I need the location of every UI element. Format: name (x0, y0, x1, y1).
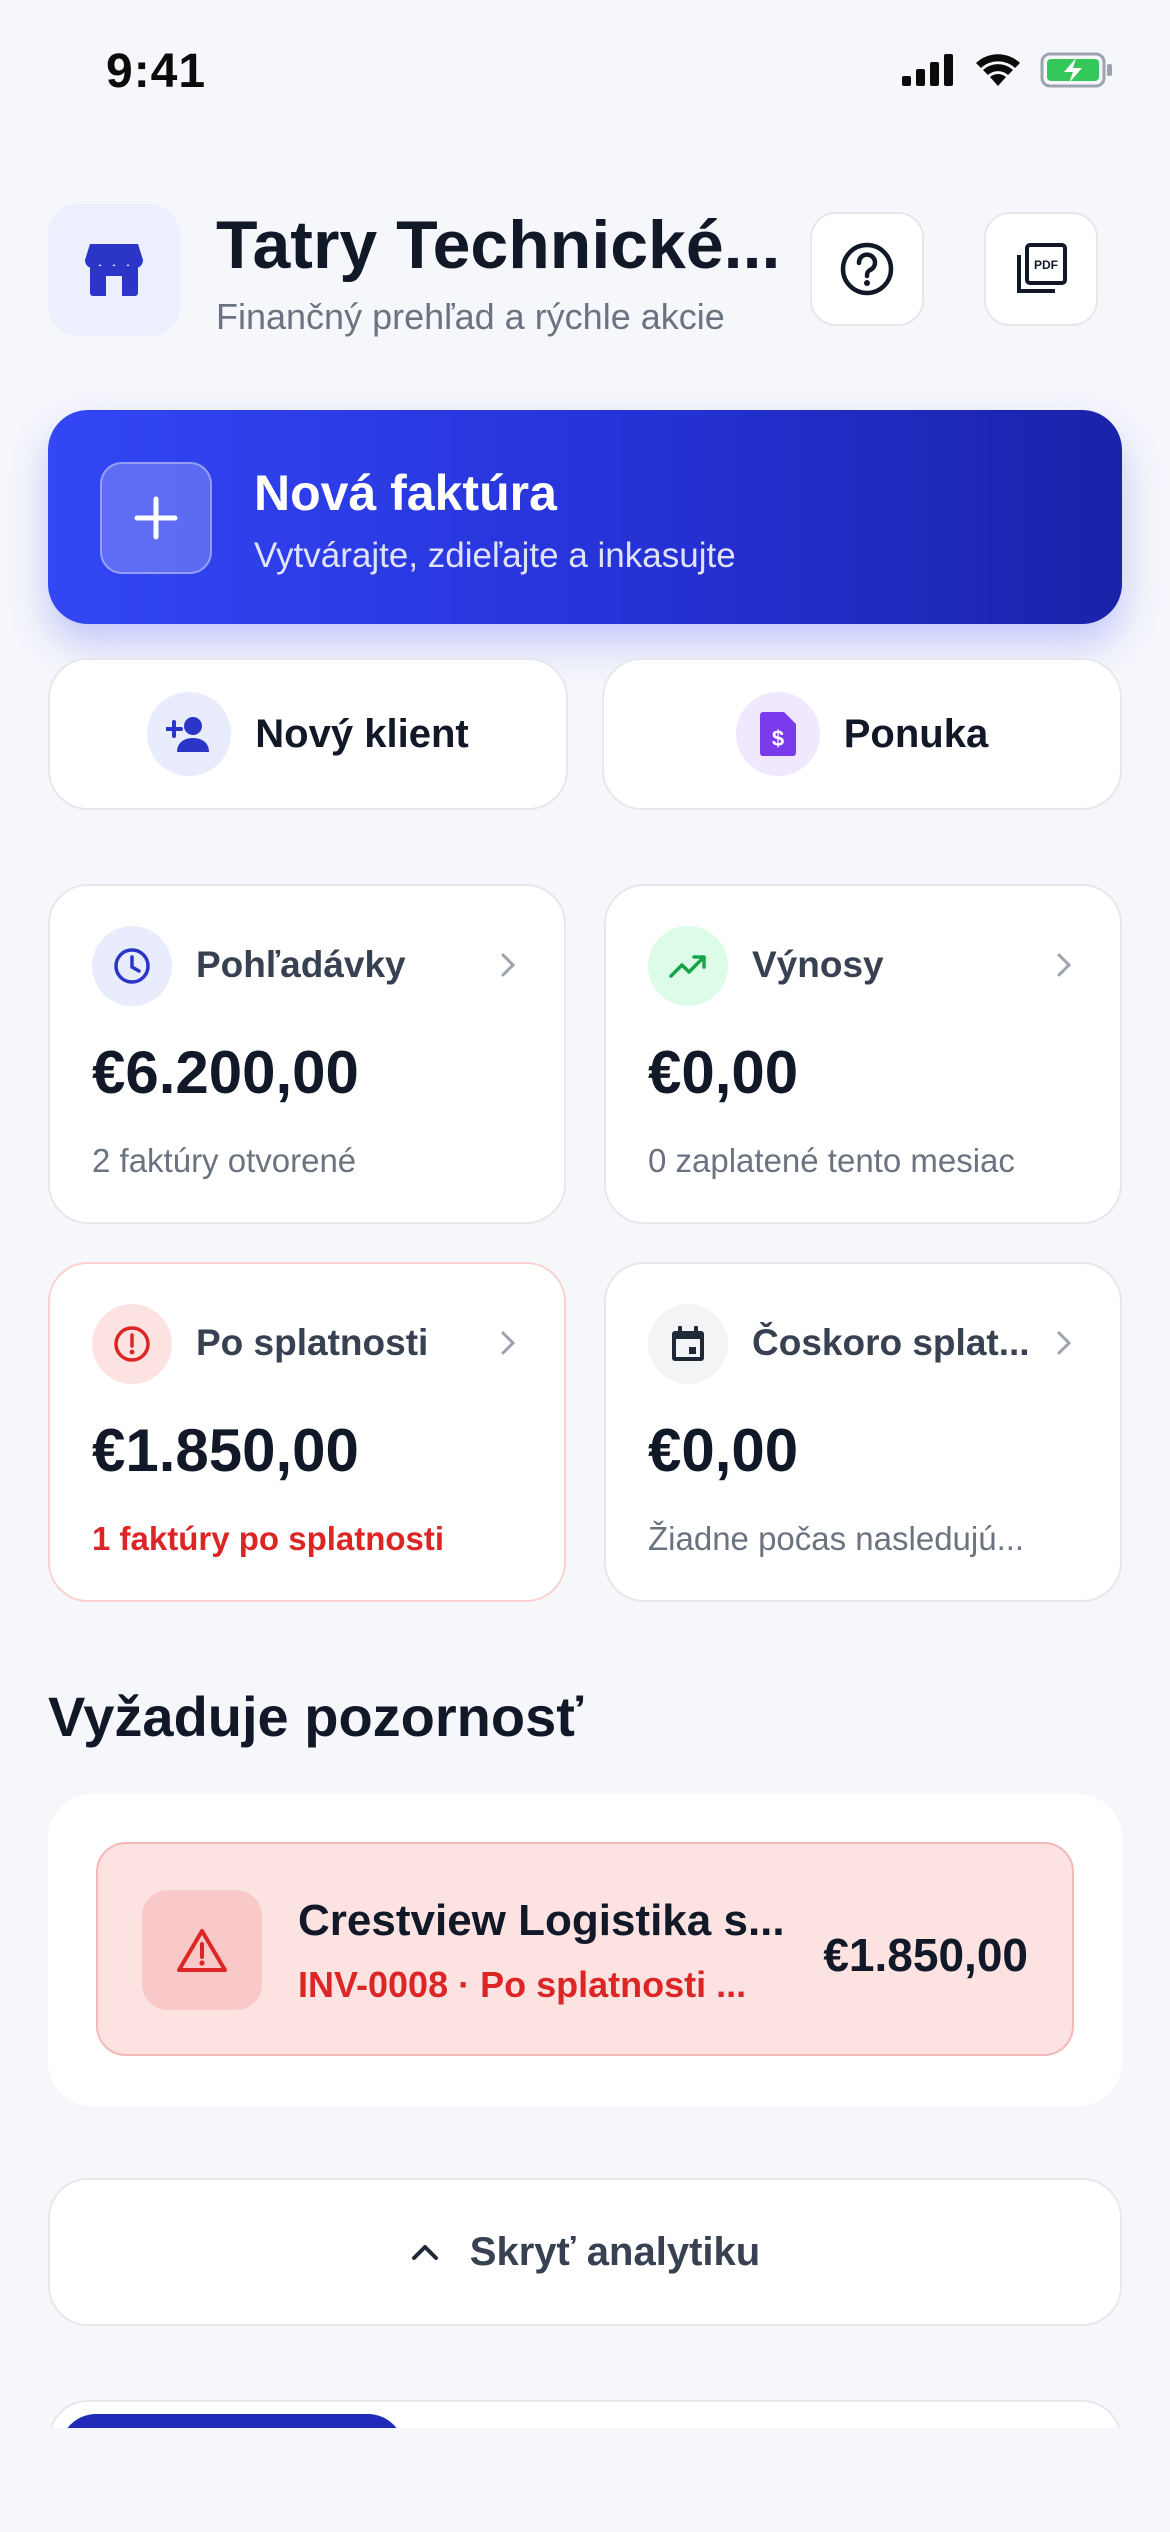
help-icon (840, 242, 894, 296)
attention-section-title: Vyžaduje pozornosť (48, 1685, 584, 1748)
stat-title: Výnosy (752, 944, 884, 985)
alert-circle-icon (92, 1304, 172, 1384)
storefront-icon (84, 244, 144, 296)
stat-card-overdue[interactable]: Po splatnosti €1.850,00 1 faktúry po spl… (48, 1262, 566, 1602)
stat-note: 0 zaplatené tento mesiac (648, 1142, 1015, 1179)
svg-text:$: $ (772, 726, 784, 751)
wifi-icon (976, 54, 1020, 86)
company-logo (48, 204, 180, 336)
help-button[interactable] (810, 212, 924, 326)
bottom-fade (0, 2428, 1170, 2532)
pdf-icon: PDF (1017, 243, 1067, 293)
stat-amount: €0,00 (648, 1417, 799, 1484)
chevron-right-icon (501, 1331, 516, 1355)
calendar-icon (648, 1304, 728, 1384)
status-bar: 9:41 (0, 0, 1170, 150)
stat-note: 2 faktúry otvorené (92, 1142, 357, 1179)
dashboard-screen: 9:41 Tatry Technické... Finančný prehľad… (0, 0, 1170, 2532)
hide-analytics-label: Skryť analytiku (469, 2229, 761, 2274)
stat-card-revenue[interactable]: Výnosy €0,00 0 zaplatené tento mesiac (604, 884, 1122, 1224)
stat-amount: €0,00 (648, 1039, 799, 1106)
add-user-icon (147, 692, 232, 776)
stat-amount: €6.200,00 (92, 1039, 359, 1106)
status-time: 9:41 (106, 45, 207, 98)
stat-card-due-soon[interactable]: Čoskoro splat... €0,00 Žiadne počas nasl… (604, 1262, 1122, 1602)
battery-charging-icon (1040, 52, 1112, 88)
svg-text:PDF: PDF (1034, 258, 1058, 272)
company-name: Tatry Technické... (216, 207, 781, 283)
header-subtitle: Finančný prehľad a rýchle akcie (216, 296, 725, 337)
chevron-right-icon (1057, 953, 1072, 977)
alert-client-name: Crestview Logistika s... (298, 1896, 785, 1945)
cellular-signal-icon (902, 54, 953, 86)
chevron-right-icon (1057, 1331, 1072, 1355)
chevron-right-icon (501, 953, 516, 977)
warning-triangle-icon (142, 1890, 262, 2010)
overdue-invoice-item[interactable]: Crestview Logistika s... INV-0008 · Po s… (96, 1842, 1074, 2056)
new-invoice-button[interactable]: Nová faktúra Vytvárajte, zdieľajte a ink… (48, 410, 1122, 624)
stat-title: Pohľadávky (196, 944, 406, 985)
new-client-label: Nový klient (255, 711, 469, 756)
stat-note: Žiadne počas nasledujú... (648, 1520, 1025, 1557)
stat-title: Čoskoro splat... (752, 1322, 1030, 1363)
status-icons (902, 52, 1114, 88)
alert-invoice-detail: INV-0008 · Po splatnosti ... (298, 1964, 747, 2005)
quote-button[interactable]: $ Ponuka (602, 658, 1122, 810)
plus-icon-tile (100, 462, 212, 574)
pdf-export-button[interactable]: PDF (984, 212, 1098, 326)
new-invoice-title: Nová faktúra (254, 465, 557, 521)
attention-panel: Crestview Logistika s... INV-0008 · Po s… (48, 1794, 1122, 2106)
alert-amount: €1.850,00 (823, 1929, 1028, 1981)
quote-label: Ponuka (843, 711, 989, 756)
header: Tatry Technické... Finančný prehľad a rý… (48, 204, 1122, 337)
stat-title: Po splatnosti (196, 1322, 429, 1363)
new-invoice-subtitle: Vytvárajte, zdieľajte a inkasujte (254, 536, 736, 575)
hide-analytics-button[interactable]: Skryť analytiku (48, 2178, 1122, 2326)
stat-card-receivables[interactable]: Pohľadávky €6.200,00 2 faktúry otvorené (48, 884, 566, 1224)
quote-document-icon: $ (735, 692, 820, 776)
stat-note: 1 faktúry po splatnosti (92, 1520, 445, 1557)
chevron-up-icon (411, 2245, 438, 2260)
clock-icon (92, 926, 172, 1006)
trend-up-icon (648, 926, 728, 1006)
new-client-button[interactable]: Nový klient (48, 658, 568, 810)
plus-icon (134, 496, 178, 540)
stat-amount: €1.850,00 (92, 1417, 359, 1484)
